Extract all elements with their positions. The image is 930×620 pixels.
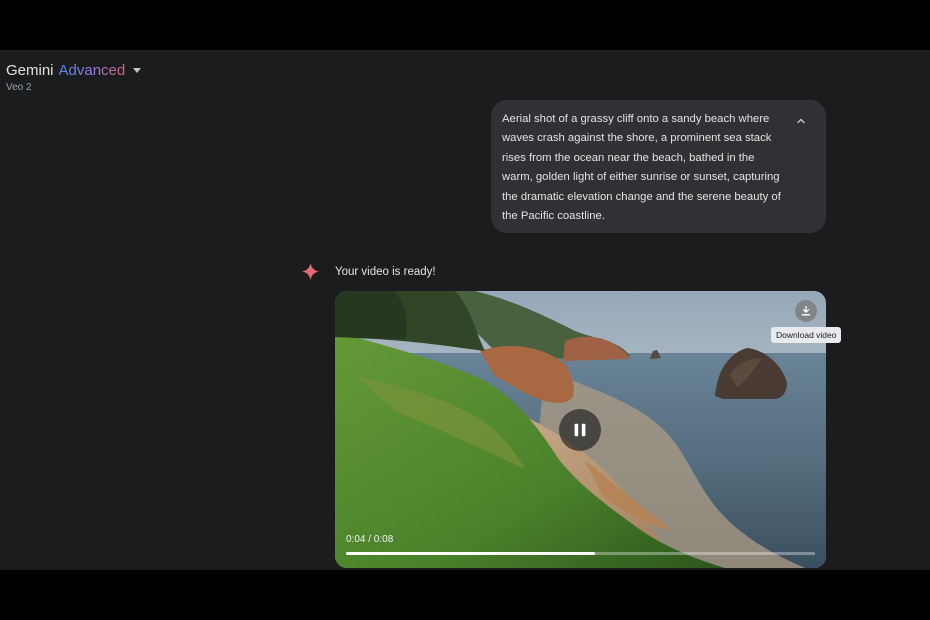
model-switcher[interactable]: Gemini Advanced Veo 2 [6,62,142,93]
prompt-text: Aerial shot of a grassy cliff onto a san… [502,113,781,223]
tier-label: Advanced [58,62,126,79]
app-name: Gemini [6,62,54,79]
chevron-up-icon[interactable] [794,114,808,128]
video-time: 0:04 / 0:08 [346,534,394,545]
gemini-sparkle-icon [301,262,320,281]
model-name: Veo 2 [6,82,32,93]
video-progress-bar[interactable] [346,552,815,555]
user-prompt-bubble: Aerial shot of a grassy cliff onto a san… [491,100,826,233]
video-player[interactable]: 0:04 / 0:08 [335,291,826,568]
pause-icon[interactable] [559,409,601,451]
download-icon[interactable] [795,300,817,322]
caret-down-icon[interactable] [133,68,142,73]
response-message: Your video is ready! [335,266,436,278]
video-progress-fill [346,552,595,555]
download-tooltip: Download video [771,327,842,343]
model-switcher-row[interactable]: Gemini Advanced [6,62,142,79]
gemini-app: Gemini Advanced Veo 2 Aerial shot of a g… [0,50,930,570]
